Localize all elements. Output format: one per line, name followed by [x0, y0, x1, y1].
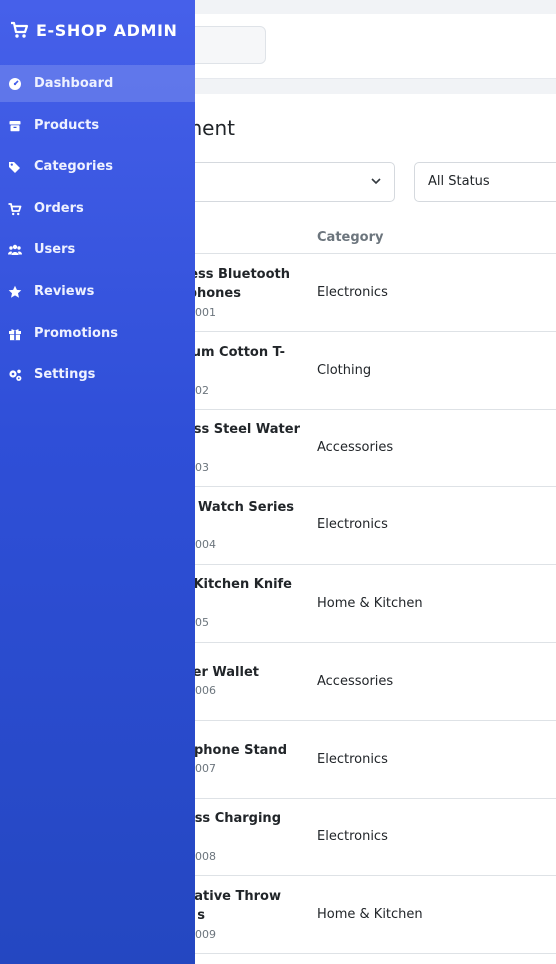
sidebar-item-label: Settings	[34, 367, 96, 382]
gift-icon	[9, 328, 21, 340]
product-sku: 004	[195, 538, 216, 551]
product-name-line: ative Throw	[194, 889, 281, 904]
product-category: Home & Kitchen	[317, 907, 423, 922]
status-filter-select[interactable]: All Status	[414, 162, 556, 202]
sidebar-item-label: Products	[34, 118, 100, 133]
product-sku: 05	[195, 616, 209, 629]
product-name-line: er Wallet	[192, 665, 259, 680]
product-name-line: Kitchen Knife	[193, 577, 292, 592]
product-category: Home & Kitchen	[317, 596, 423, 611]
product-name-line: ess Steel Water	[184, 422, 300, 437]
product-sku: 007	[195, 762, 216, 775]
sidebar-item-label: Dashboard	[34, 76, 114, 91]
product-category: Electronics	[317, 829, 388, 844]
product-name-line: s	[197, 908, 205, 923]
sidebar-item-orders[interactable]: Orders	[0, 190, 195, 227]
sidebar-item-label: Promotions	[34, 326, 118, 341]
sidebar-item-label: Users	[34, 242, 76, 257]
brand[interactable]: E-SHOP ADMIN	[10, 18, 178, 42]
product-sku: 03	[195, 461, 209, 474]
product-sku: 02	[195, 384, 209, 397]
product-name-line: ess Bluetooth	[189, 267, 290, 282]
product-category: Clothing	[317, 363, 372, 378]
sidebar-item-categories[interactable]: Categories	[0, 148, 195, 185]
product-name-line: ess Charging	[185, 811, 281, 826]
sidebar: E-SHOP ADMIN Dashboard Products Categori…	[0, 0, 195, 964]
status-filter-value: All Status	[428, 174, 490, 189]
product-name-line: tphone Stand	[187, 743, 287, 758]
dashboard-icon	[9, 77, 21, 90]
product-sku: 008	[195, 850, 216, 863]
product-name-line: ium Cotton T-	[187, 345, 285, 360]
brand-title: E-SHOP ADMIN	[36, 20, 178, 40]
product-name-line: Watch Series	[198, 500, 294, 515]
product-category: Electronics	[317, 752, 388, 767]
star-icon	[8, 285, 22, 298]
cart-icon	[11, 21, 29, 38]
product-category: Accessories	[317, 440, 394, 455]
product-category: Electronics	[317, 285, 388, 300]
sidebar-item-promotions[interactable]: Promotions	[0, 315, 195, 352]
product-sku: 006	[195, 684, 216, 697]
sidebar-item-label: Reviews	[34, 284, 95, 299]
sidebar-item-users[interactable]: Users	[0, 231, 195, 268]
sidebar-item-dashboard[interactable]: Dashboard	[0, 65, 195, 102]
sidebar-item-reviews[interactable]: Reviews	[0, 273, 195, 310]
column-header-category: Category	[317, 230, 384, 245]
tags-icon	[9, 161, 20, 173]
box-icon	[9, 120, 21, 131]
product-category: Accessories	[317, 674, 394, 689]
users-icon	[8, 244, 22, 255]
sidebar-item-label: Orders	[34, 201, 84, 216]
product-name-line: phones	[187, 286, 241, 301]
chevron-down-icon	[371, 178, 381, 185]
cart-icon	[8, 202, 22, 215]
sidebar-item-label: Categories	[34, 159, 114, 174]
sidebar-item-settings[interactable]: Settings	[0, 356, 195, 393]
product-sku: 009	[195, 928, 216, 941]
sidebar-item-products[interactable]: Products	[0, 107, 195, 144]
product-sku: 001	[195, 306, 216, 319]
product-category: Electronics	[317, 517, 388, 532]
cogs-icon	[9, 369, 22, 381]
